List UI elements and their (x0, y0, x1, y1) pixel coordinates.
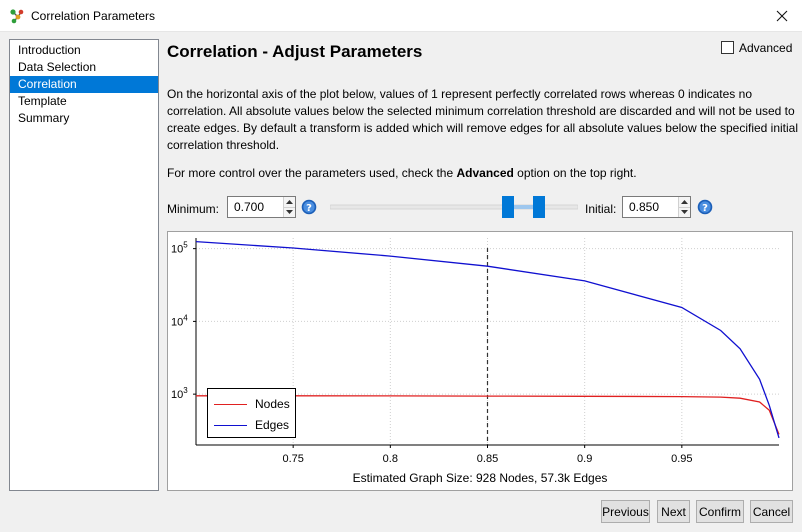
legend-swatch-nodes (214, 403, 247, 405)
legend-item-edges: Edges (214, 418, 289, 432)
slider-min-handle[interactable] (502, 196, 514, 218)
nav-item-correlation[interactable]: Correlation (10, 76, 158, 93)
wizard-nav-list: Introduction Data Selection Correlation … (9, 39, 159, 491)
previous-button[interactable]: Previous (601, 500, 650, 523)
chevron-up-icon (285, 199, 293, 204)
nav-item-template[interactable]: Template (10, 93, 158, 110)
plot-caption: Estimated Graph Size: 928 Nodes, 57.3k E… (352, 471, 608, 485)
close-icon (776, 10, 788, 22)
y-tick-label: 104 (171, 313, 188, 328)
window-title: Correlation Parameters (31, 9, 156, 23)
initial-decrement-button[interactable] (678, 206, 690, 217)
chevron-down-icon (285, 210, 293, 215)
initial-input[interactable] (623, 197, 678, 217)
slider-initial-handle[interactable] (533, 196, 545, 218)
svg-text:?: ? (306, 203, 312, 214)
minimum-decrement-button[interactable] (283, 206, 295, 217)
description-text: On the horizontal axis of the plot below… (167, 87, 799, 152)
app-icon (10, 9, 24, 24)
next-button[interactable]: Next (657, 500, 690, 523)
chevron-down-icon (680, 210, 688, 215)
legend-item-nodes: Nodes (214, 397, 290, 411)
x-tick-label: 0.95 (671, 453, 692, 465)
slider-selected-range (514, 205, 533, 209)
close-button[interactable] (762, 0, 802, 32)
x-tick-label: 0.9 (577, 453, 592, 465)
y-tick-label: 105 (171, 241, 188, 256)
minimum-label: Minimum: (167, 202, 220, 216)
x-tick-label: 0.8 (383, 453, 398, 465)
initial-spinbox[interactable] (622, 196, 691, 218)
graph-size-plot: 0.75 0.8 0.85 0.9 0.95 103 104 105 Nodes Edges … (167, 231, 793, 491)
legend-label-edges: Edges (255, 418, 290, 432)
x-tick-label: 0.85 (477, 453, 498, 465)
cancel-button[interactable]: Cancel (750, 500, 793, 523)
x-tick-label: 0.75 (282, 453, 303, 465)
advanced-hint-suffix: option on the top right. (513, 166, 637, 180)
advanced-hint: For more control over the parameters use… (167, 166, 637, 180)
legend-swatch-edges (214, 424, 247, 426)
initial-label: Initial: (585, 202, 617, 216)
advanced-label: Advanced (739, 40, 793, 55)
initial-help-icon[interactable]: ? (697, 199, 713, 215)
minimum-input[interactable] (228, 197, 283, 217)
minimum-spinbox[interactable] (227, 196, 296, 218)
nav-item-summary[interactable]: Summary (10, 110, 158, 127)
confirm-button[interactable]: Confirm (696, 500, 744, 523)
nav-item-introduction[interactable]: Introduction (10, 42, 158, 59)
y-tick-label: 103 (171, 386, 188, 401)
chevron-up-icon (680, 199, 688, 204)
minimum-help-icon[interactable]: ? (301, 199, 317, 215)
advanced-hint-prefix: For more control over the parameters use… (167, 166, 457, 180)
threshold-range-slider[interactable] (330, 196, 578, 218)
svg-text:?: ? (702, 203, 708, 214)
legend-label-nodes: Nodes (255, 397, 290, 411)
initial-increment-button[interactable] (678, 197, 690, 207)
nav-item-data-selection[interactable]: Data Selection (10, 59, 158, 76)
minimum-increment-button[interactable] (283, 197, 295, 207)
plot-canvas: 0.75 0.8 0.85 0.9 0.95 103 104 105 (171, 238, 780, 465)
advanced-hint-bold: Advanced (456, 166, 514, 180)
advanced-checkbox[interactable] (721, 41, 734, 54)
title-bar: Correlation Parameters (0, 0, 802, 32)
plot-legend: Nodes Edges (207, 388, 296, 438)
advanced-checkbox-wrap[interactable]: Advanced (721, 40, 792, 55)
page-title: Correlation - Adjust Parameters (167, 42, 423, 61)
